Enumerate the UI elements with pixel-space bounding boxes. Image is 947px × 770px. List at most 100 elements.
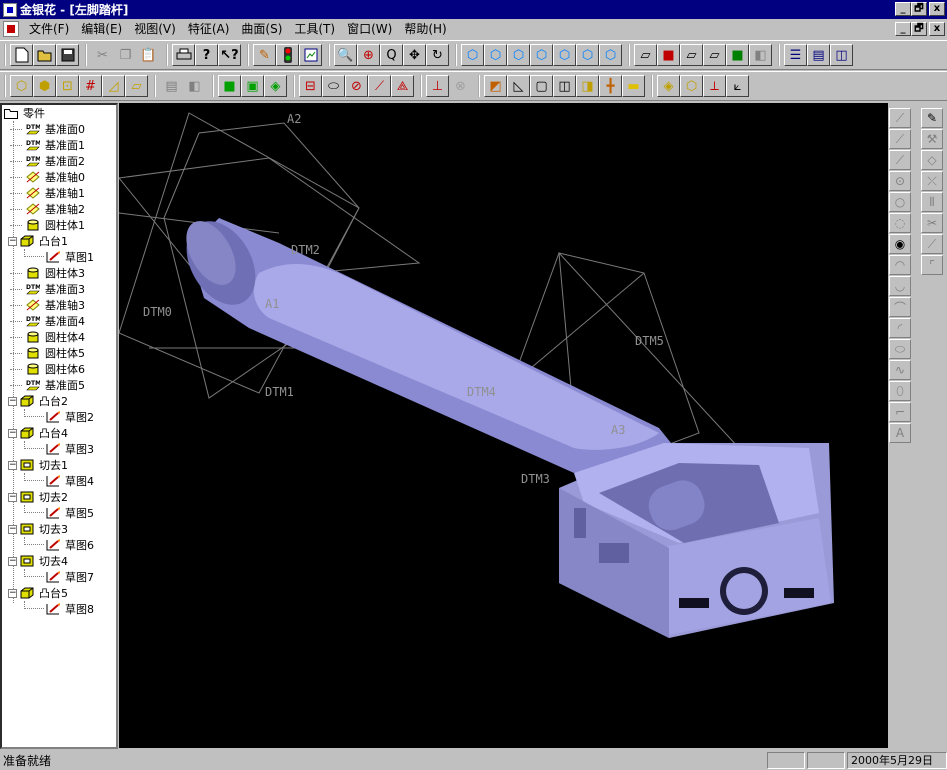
- layer-icon[interactable]: ◧: [183, 75, 206, 97]
- wrench-icon[interactable]: ⚒: [921, 129, 943, 149]
- spline-icon[interactable]: ∿: [889, 360, 911, 380]
- copy-icon[interactable]: ❐: [114, 44, 137, 66]
- close-button[interactable]: x: [929, 2, 945, 16]
- tile-vertical-icon[interactable]: ◫: [830, 44, 853, 66]
- 3d-viewport[interactable]: A2 DTM2 DTM0 A1 DTM1 DTM4 DTM5 A3 DTM3: [119, 103, 888, 748]
- tree-node[interactable]: DTM 基准面1: [2, 137, 116, 153]
- tree-node[interactable]: 基准轴0: [2, 169, 116, 185]
- tree-node[interactable]: − 凸台4: [2, 425, 116, 441]
- wireframe-icon[interactable]: ▱: [634, 44, 657, 66]
- view-iso-icon[interactable]: ⬡: [461, 44, 484, 66]
- save-icon[interactable]: [56, 44, 79, 66]
- arc-3pt-icon[interactable]: ◠: [889, 255, 911, 275]
- cylinder-icon[interactable]: ⬢: [33, 75, 56, 97]
- tree-node[interactable]: DTM 基准面3: [2, 281, 116, 297]
- fillet-tool-icon[interactable]: ⌜: [921, 255, 943, 275]
- mdi-restore-button[interactable]: 🗗: [911, 22, 927, 36]
- view-left-icon[interactable]: ⬡: [530, 44, 553, 66]
- pan-icon[interactable]: ✥: [403, 44, 426, 66]
- tree-node[interactable]: 基准轴3: [2, 297, 116, 313]
- help-icon[interactable]: ?: [195, 44, 218, 66]
- collapse-toggle-icon[interactable]: −: [8, 460, 17, 470]
- stack-icon[interactable]: ▤: [160, 75, 183, 97]
- fillet-icon[interactable]: ◩: [484, 75, 507, 97]
- tree-node[interactable]: DTM 基准面2: [2, 153, 116, 169]
- wedge-icon[interactable]: ◿: [102, 75, 125, 97]
- hidden-line-icon[interactable]: ▱: [680, 44, 703, 66]
- collapse-toggle-icon[interactable]: −: [8, 396, 17, 406]
- mdi-close-button[interactable]: x: [929, 22, 945, 36]
- tile-hlines-icon[interactable]: ▤: [807, 44, 830, 66]
- tree-node[interactable]: 圆柱体3: [2, 265, 116, 281]
- tree-node[interactable]: − 凸台2: [2, 393, 116, 409]
- close-tool-icon[interactable]: ⤫: [921, 171, 943, 191]
- corner-icon[interactable]: ⌐: [889, 402, 911, 422]
- menu-window[interactable]: 窗口(W): [341, 20, 398, 38]
- collapse-toggle-icon[interactable]: −: [8, 588, 17, 598]
- texture-icon[interactable]: ◧: [749, 44, 772, 66]
- face-icon[interactable]: ▬: [622, 75, 645, 97]
- pattern-icon[interactable]: ◈: [657, 75, 680, 97]
- sweep-icon[interactable]: ⟀: [726, 75, 749, 97]
- eraser-icon[interactable]: ✎: [253, 44, 276, 66]
- polyline-icon[interactable]: ⟋: [889, 129, 911, 149]
- datum-line-icon[interactable]: ⟋: [368, 75, 391, 97]
- new-file-icon[interactable]: [10, 44, 33, 66]
- document-icon[interactable]: [3, 21, 19, 37]
- restore-button[interactable]: 🗗: [911, 2, 927, 16]
- shell-green-icon[interactable]: ■: [218, 75, 241, 97]
- collapse-toggle-icon[interactable]: −: [8, 492, 17, 502]
- tree-node[interactable]: DTM 基准面0: [2, 121, 116, 137]
- tree-node[interactable]: 草图3: [2, 441, 116, 457]
- menu-surface[interactable]: 曲面(S): [235, 20, 288, 38]
- tree-node[interactable]: − 凸台5: [2, 585, 116, 601]
- cone-block-icon[interactable]: ⊡: [56, 75, 79, 97]
- tree-node[interactable]: − 切去1: [2, 457, 116, 473]
- view-top-icon[interactable]: ⬡: [576, 44, 599, 66]
- collapse-toggle-icon[interactable]: −: [8, 236, 17, 246]
- mirror-tool-icon[interactable]: ⫴: [921, 192, 943, 212]
- tree-node[interactable]: 基准轴1: [2, 185, 116, 201]
- mirror-icon[interactable]: ◨: [576, 75, 599, 97]
- ellipse-icon[interactable]: ⬭: [889, 339, 911, 359]
- rotate-icon[interactable]: ↻: [426, 44, 449, 66]
- datum-plane-cross-icon[interactable]: ⊘: [345, 75, 368, 97]
- title-bar[interactable]: 金银花 - [左脚踏杆] _ 🗗 x: [0, 0, 947, 19]
- circle-3pt-icon[interactable]: ○: [889, 192, 911, 212]
- mdi-minimize-button[interactable]: _: [895, 22, 911, 36]
- tree-node[interactable]: − 切去4: [2, 553, 116, 569]
- datum-point-icon[interactable]: ⟁: [391, 75, 414, 97]
- tree-node[interactable]: DTM 基准面5: [2, 377, 116, 393]
- cut-icon[interactable]: ✂: [91, 44, 114, 66]
- collapse-toggle-icon[interactable]: −: [8, 556, 17, 566]
- trim-icon[interactable]: ⟂: [703, 75, 726, 97]
- view-front-icon[interactable]: ⬡: [484, 44, 507, 66]
- color-shade-icon[interactable]: ■: [726, 44, 749, 66]
- tree-node[interactable]: 圆柱体4: [2, 329, 116, 345]
- scissors-icon[interactable]: ✂: [921, 213, 943, 233]
- traffic-light-icon[interactable]: [276, 44, 299, 66]
- tree-node[interactable]: 草图7: [2, 569, 116, 585]
- extend-icon[interactable]: ⟋: [921, 234, 943, 254]
- tree-node[interactable]: − 切去3: [2, 521, 116, 537]
- view-right-icon[interactable]: ⬡: [553, 44, 576, 66]
- chamfer-icon[interactable]: ◺: [507, 75, 530, 97]
- context-help-icon[interactable]: ↖?: [218, 44, 241, 66]
- arc-center-icon[interactable]: ◡: [889, 276, 911, 296]
- tree-node[interactable]: − 切去2: [2, 489, 116, 505]
- disabled-circle-icon[interactable]: ⊗: [449, 75, 472, 97]
- tree-node[interactable]: 圆柱体6: [2, 361, 116, 377]
- grid-icon[interactable]: #: [79, 75, 102, 97]
- model-canvas[interactable]: A2 DTM2 DTM0 A1 DTM1 DTM4 DTM5 A3 DTM3: [119, 103, 888, 748]
- pencil-icon[interactable]: ✎: [921, 108, 943, 128]
- datum-axis-icon[interactable]: ⬭: [322, 75, 345, 97]
- menu-view[interactable]: 视图(V): [128, 20, 182, 38]
- frame-icon[interactable]: ▣: [241, 75, 264, 97]
- circle-center-icon[interactable]: ⊙: [889, 171, 911, 191]
- menu-tools[interactable]: 工具(T): [288, 20, 341, 38]
- minimize-button[interactable]: _: [895, 2, 911, 16]
- eraser-tool-icon[interactable]: ◇: [921, 150, 943, 170]
- arc-end-icon[interactable]: ◜: [889, 318, 911, 338]
- tree-node[interactable]: 草图8: [2, 601, 116, 617]
- tree-node[interactable]: − 凸台1: [2, 233, 116, 249]
